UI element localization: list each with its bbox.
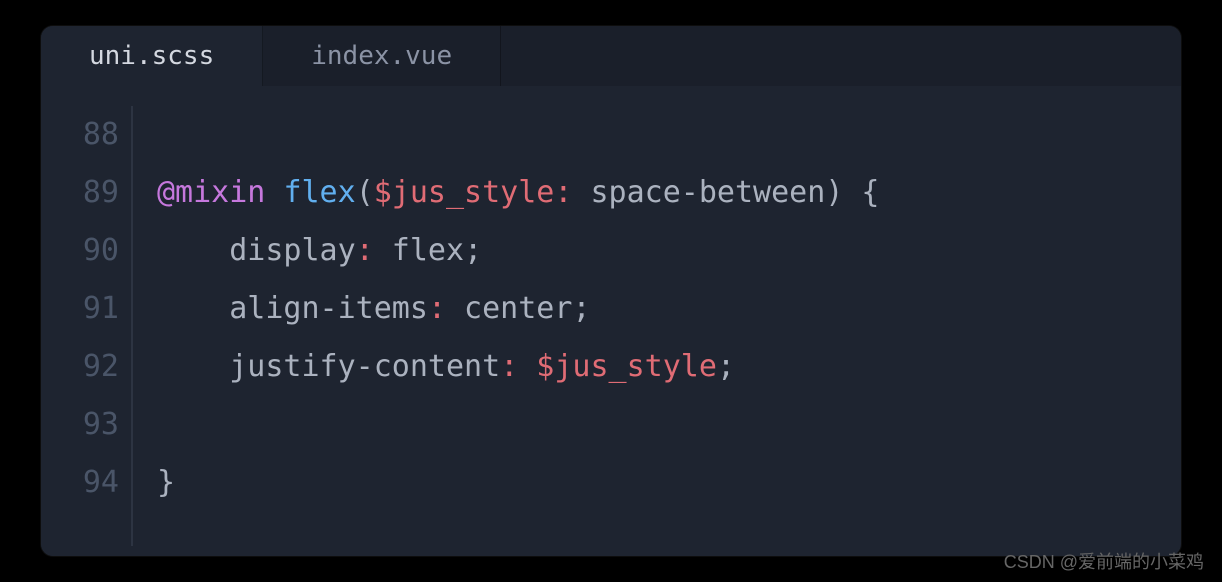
code-line-94[interactable]: }: [157, 454, 1181, 512]
line-number: 92: [41, 338, 119, 396]
indent: [157, 349, 229, 384]
colon-token: :: [356, 233, 374, 268]
code-area[interactable]: 88 89 90 91 92 93 94 @mixin flex($jus_st…: [41, 86, 1181, 556]
value-token: flex: [374, 233, 464, 268]
tab-index-vue[interactable]: index.vue: [263, 26, 501, 86]
code-line-89[interactable]: @mixin flex($jus_style: space-between) {: [157, 164, 1181, 222]
indent: [157, 291, 229, 326]
colon-token: :: [554, 175, 572, 210]
value-token: center: [446, 291, 572, 326]
keyword-token: @mixin: [157, 175, 265, 210]
tab-label: uni.scss: [89, 41, 214, 71]
colon-token: :: [428, 291, 446, 326]
line-number: 88: [41, 106, 119, 164]
function-token: flex: [283, 175, 355, 210]
semi-token: ;: [572, 291, 590, 326]
indent: [157, 233, 229, 268]
line-number: 91: [41, 280, 119, 338]
property-token: align-items: [229, 291, 428, 326]
line-number: 89: [41, 164, 119, 222]
tab-uni-scss[interactable]: uni.scss: [41, 26, 263, 86]
code-line-88[interactable]: [157, 106, 1181, 164]
code-line-92[interactable]: justify-content: $jus_style;: [157, 338, 1181, 396]
variable-token: $jus_style: [374, 175, 555, 210]
paren-token: (: [356, 175, 374, 210]
semi-token: ;: [717, 349, 735, 384]
brace-token: }: [157, 465, 175, 500]
paren-token: ): [825, 175, 843, 210]
code-content[interactable]: @mixin flex($jus_style: space-between) {…: [133, 86, 1181, 556]
colon-token: :: [500, 349, 518, 384]
watermark: CSDN @爱前端的小菜鸡: [1004, 548, 1204, 574]
code-line-90[interactable]: display: flex;: [157, 222, 1181, 280]
code-editor: uni.scss index.vue 88 89 90 91 92 93 94 …: [41, 26, 1181, 556]
code-line-93[interactable]: [157, 396, 1181, 454]
variable-token: $jus_style: [518, 349, 717, 384]
line-gutter: 88 89 90 91 92 93 94: [41, 86, 131, 556]
tab-label: index.vue: [311, 41, 452, 71]
value-token: space-between: [572, 175, 825, 210]
line-number: 93: [41, 396, 119, 454]
line-number: 90: [41, 222, 119, 280]
code-line-91[interactable]: align-items: center;: [157, 280, 1181, 338]
brace-token: {: [843, 175, 879, 210]
line-number: 94: [41, 454, 119, 512]
property-token: justify-content: [229, 349, 500, 384]
semi-token: ;: [464, 233, 482, 268]
tabs-bar: uni.scss index.vue: [41, 26, 1181, 86]
property-token: display: [229, 233, 355, 268]
